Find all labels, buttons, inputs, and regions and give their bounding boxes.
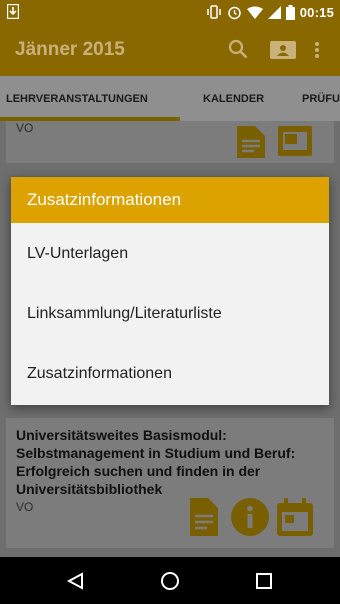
dialog-title: Zusatzinformationen (27, 190, 182, 209)
dialog-item-zusatzinformationen[interactable]: Zusatzinformationen (11, 345, 329, 405)
calendar-icon[interactable] (277, 498, 313, 536)
info-dialog: Zusatzinformationen LV-Unterlagen Linksa… (11, 177, 329, 405)
battery-icon (285, 4, 295, 20)
status-bar: 00:15 (0, 0, 340, 24)
recents-icon[interactable] (256, 573, 272, 589)
dialog-item-lv-unterlagen[interactable]: LV-Unterlagen (11, 225, 329, 285)
list-item[interactable]: VO (6, 121, 334, 163)
tab-bar: LEHRVERANSTALTUNGEN KALENDER PRÜFU (0, 76, 340, 121)
wifi-icon (246, 6, 263, 19)
tab-kalender[interactable]: KALENDER (203, 76, 264, 121)
document-icon[interactable] (235, 126, 265, 158)
dialog-item-label: Linksammlung/Literaturliste (27, 305, 222, 322)
app-title: Jänner 2015 (15, 39, 125, 60)
navigation-bar (0, 557, 340, 604)
tab-lehrveranstaltungen[interactable]: LEHRVERANSTALTUNGEN (6, 76, 148, 121)
download-icon (7, 4, 19, 19)
more-vert-icon[interactable] (314, 41, 320, 59)
vibrate-icon (207, 5, 221, 19)
tab-pruefungen[interactable]: PRÜFU (302, 76, 340, 121)
dialog-item-linksammlung[interactable]: Linksammlung/Literaturliste (11, 285, 329, 345)
home-icon[interactable] (160, 571, 180, 591)
status-time: 00:15 (299, 4, 334, 20)
dialog-item-label: LV-Unterlagen (27, 245, 129, 262)
document-icon[interactable] (188, 498, 218, 536)
window-icon[interactable] (278, 126, 312, 156)
contact-card-icon[interactable] (270, 41, 296, 59)
search-icon[interactable] (228, 39, 248, 59)
course-title: Universitätsweites Basismodul: Selbstman… (16, 427, 296, 497)
alarm-icon (228, 6, 241, 19)
course-type: VO (16, 121, 34, 135)
dialog-item-label: Zusatzinformationen (27, 365, 172, 382)
list-item[interactable]: Universitätsweites Basismodul: Selbstman… (6, 418, 334, 548)
app-bar: Jänner 2015 (0, 24, 340, 76)
dialog-header: Zusatzinformationen (11, 177, 329, 223)
course-type: VO (16, 500, 34, 514)
info-icon[interactable] (230, 497, 270, 537)
back-icon[interactable] (66, 572, 84, 590)
signal-icon (267, 5, 281, 19)
